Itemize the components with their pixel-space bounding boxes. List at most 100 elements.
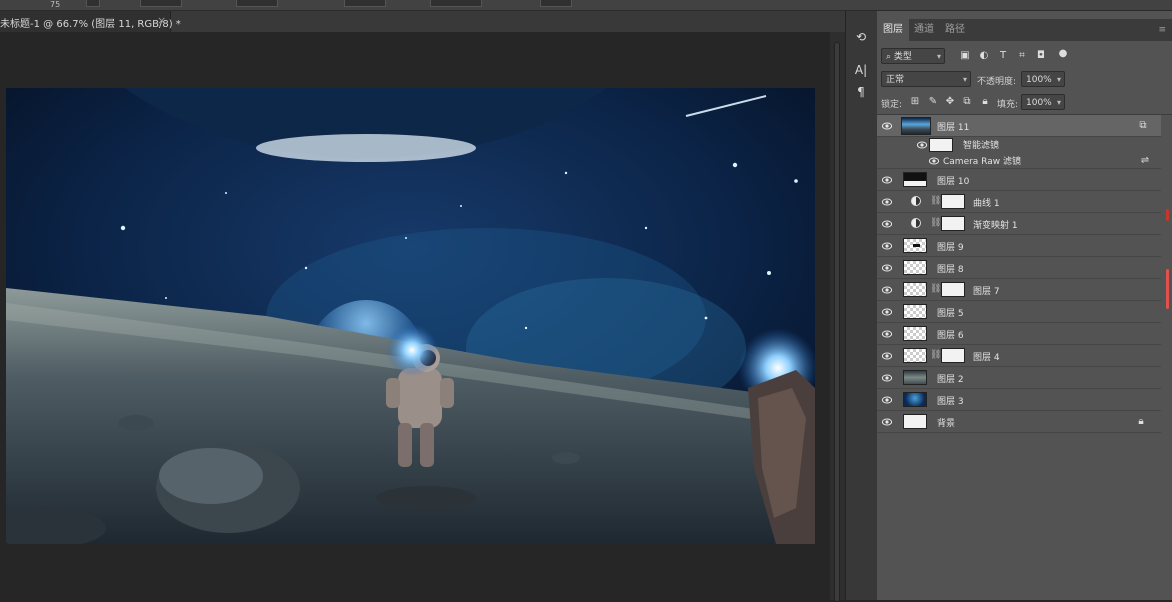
lock-position-icon[interactable]: ✥ bbox=[944, 96, 956, 108]
type-filter-icon[interactable]: T bbox=[997, 50, 1009, 62]
layer-row-7[interactable]: ⛓ 图层 7 bbox=[877, 279, 1161, 301]
opacity-label: 不透明度: bbox=[977, 77, 1017, 87]
brush-size-readout: 75 bbox=[50, 0, 61, 9]
tab-channels[interactable]: 通道 bbox=[908, 19, 940, 41]
eye-icon[interactable] bbox=[917, 140, 927, 150]
document-tab-title: 未标题-1 @ 66.7% (图层 11, RGB/8) * bbox=[0, 19, 181, 30]
adjustment-filter-icon[interactable]: ◐ bbox=[978, 50, 990, 62]
fill-input[interactable]: 100% ▾ bbox=[1021, 94, 1065, 110]
layer-name: 图层 10 bbox=[937, 177, 970, 187]
layer-row-3[interactable]: 图层 3 bbox=[877, 389, 1161, 411]
scroll-marker bbox=[1166, 209, 1169, 221]
layer-name: 图层 7 bbox=[973, 287, 1000, 297]
layer-row-5[interactable]: 图层 5 bbox=[877, 301, 1161, 323]
eye-icon[interactable] bbox=[882, 373, 892, 383]
options-field-4[interactable] bbox=[430, 0, 482, 7]
eye-icon[interactable] bbox=[882, 351, 892, 361]
blend-mode-label: 正常 bbox=[886, 75, 905, 85]
layer-row-8[interactable]: 图层 8 bbox=[877, 257, 1161, 279]
layer-thumbnail bbox=[903, 260, 927, 275]
layer-mask-thumbnail bbox=[941, 348, 965, 363]
smart-filters-row[interactable]: 智能滤镜 bbox=[877, 137, 1161, 153]
shape-filter-icon[interactable]: ⌗ bbox=[1016, 50, 1028, 62]
layer-thumbnail bbox=[903, 282, 927, 297]
smart-object-badge-icon: ⧉ bbox=[1139, 120, 1147, 131]
filter-kind-select[interactable]: ⌕ 类型 ▾ bbox=[881, 48, 945, 64]
paragraph-icon[interactable]: ¶ bbox=[853, 84, 869, 100]
layer-row-11[interactable]: 图层 11 ⧉ bbox=[877, 115, 1161, 137]
layers-panel: 图层 通道 路径 ≡ ⌕ 类型 ▾ ▣ ◐ T ⌗ ◘ ● 正常 ▾ 不透明度:… bbox=[877, 11, 1172, 600]
document-tab-bar: 未标题-1 @ 66.7% (图层 11, RGB/8) * × bbox=[0, 11, 845, 32]
tab-paths[interactable]: 路径 bbox=[939, 19, 971, 41]
eye-icon[interactable] bbox=[882, 285, 892, 295]
filter-toggle-icon[interactable]: ● bbox=[1057, 48, 1069, 60]
layer-row-gradient-map[interactable]: ⛓ 渐变映射 1 bbox=[877, 213, 1161, 235]
lock-icon: 🔒︎ bbox=[1138, 416, 1144, 427]
smart-filters-label: 智能滤镜 bbox=[963, 141, 1000, 151]
lock-label: 锁定: bbox=[881, 100, 903, 110]
history-icon[interactable]: ⟲ bbox=[853, 29, 869, 45]
layer-name: 图层 4 bbox=[973, 353, 1000, 363]
eye-icon[interactable] bbox=[882, 263, 892, 273]
close-icon[interactable]: × bbox=[157, 14, 166, 27]
layer-mask-thumbnail bbox=[941, 282, 965, 297]
lock-transparent-icon[interactable]: ⊞ bbox=[909, 96, 921, 108]
filter-options-icon[interactable]: ⇌ bbox=[1139, 155, 1151, 167]
fill-value: 100% bbox=[1026, 98, 1052, 108]
eye-icon[interactable] bbox=[882, 307, 892, 317]
lock-artboard-icon[interactable]: ⧉ bbox=[961, 96, 973, 108]
tab-layers[interactable]: 图层 bbox=[877, 19, 909, 41]
eye-icon[interactable] bbox=[882, 175, 892, 185]
eye-icon[interactable] bbox=[929, 156, 939, 166]
eye-icon[interactable] bbox=[882, 329, 892, 339]
layer-thumbnail bbox=[903, 370, 927, 385]
filter-mask-thumbnail bbox=[929, 138, 953, 152]
filter-kind-label: 类型 bbox=[893, 52, 912, 62]
smart-object-filter-icon[interactable]: ◘ bbox=[1035, 50, 1047, 62]
layer-thumbnail bbox=[903, 348, 927, 363]
opacity-input[interactable]: 100% ▾ bbox=[1021, 71, 1065, 87]
layer-name: 图层 8 bbox=[937, 265, 964, 275]
search-icon: ⌕ bbox=[886, 52, 892, 62]
eye-icon[interactable] bbox=[882, 395, 892, 405]
layer-row-10[interactable]: 图层 10 bbox=[877, 169, 1161, 191]
options-field-1[interactable] bbox=[140, 0, 182, 7]
link-icon: ⛓ bbox=[930, 350, 942, 360]
layer-row-9[interactable]: 图层 9 bbox=[877, 235, 1161, 257]
fill-label: 填充: bbox=[997, 100, 1019, 110]
eye-icon[interactable] bbox=[882, 219, 892, 229]
options-field-3[interactable] bbox=[344, 0, 386, 7]
eye-icon[interactable] bbox=[882, 121, 892, 131]
eye-icon[interactable] bbox=[882, 417, 892, 427]
canvas-scroll-thumb[interactable] bbox=[834, 42, 840, 602]
lock-image-icon[interactable]: ✎ bbox=[927, 96, 939, 108]
link-icon: ⛓ bbox=[930, 218, 942, 228]
chevron-down-icon: ▾ bbox=[1056, 75, 1061, 84]
document-canvas[interactable] bbox=[6, 88, 815, 544]
eye-icon[interactable] bbox=[882, 241, 892, 251]
layer-name: 图层 2 bbox=[937, 375, 964, 385]
layer-thumbnail bbox=[903, 172, 927, 187]
layer-name: 图层 9 bbox=[937, 243, 964, 253]
layer-row-curves[interactable]: ⛓ 曲线 1 bbox=[877, 191, 1161, 213]
pixel-filter-icon[interactable]: ▣ bbox=[959, 50, 971, 62]
layer-filter-row: ⌕ 类型 ▾ ▣ ◐ T ⌗ ◘ ● bbox=[877, 46, 1172, 66]
lock-all-icon[interactable]: 🔒︎ bbox=[979, 96, 991, 108]
document-tab[interactable]: 未标题-1 @ 66.7% (图层 11, RGB/8) * × bbox=[0, 11, 181, 32]
character-icon[interactable]: A| bbox=[853, 62, 869, 78]
options-field-5[interactable] bbox=[540, 0, 572, 7]
layer-row-2[interactable]: 图层 2 bbox=[877, 367, 1161, 389]
canvas-vertical-scrollbar[interactable] bbox=[830, 32, 845, 602]
eye-icon[interactable] bbox=[882, 197, 892, 207]
scroll-thumb[interactable] bbox=[1166, 269, 1169, 309]
blend-mode-select[interactable]: 正常 ▾ bbox=[881, 71, 971, 87]
layer-row-6[interactable]: 图层 6 bbox=[877, 323, 1161, 345]
brush-preset-picker[interactable] bbox=[86, 0, 100, 7]
panel-menu-icon[interactable]: ≡ bbox=[1158, 25, 1166, 35]
camera-raw-filter-row[interactable]: Camera Raw 滤镜 ⇌ bbox=[877, 153, 1161, 169]
panel-icon-strip: ⟲ A| ¶ bbox=[845, 11, 878, 600]
layer-row-background[interactable]: 背景 🔒︎ bbox=[877, 411, 1161, 433]
layer-row-4[interactable]: ⛓ 图层 4 bbox=[877, 345, 1161, 367]
layers-scroll-indicator[interactable] bbox=[1165, 181, 1171, 411]
options-field-2[interactable] bbox=[236, 0, 278, 7]
